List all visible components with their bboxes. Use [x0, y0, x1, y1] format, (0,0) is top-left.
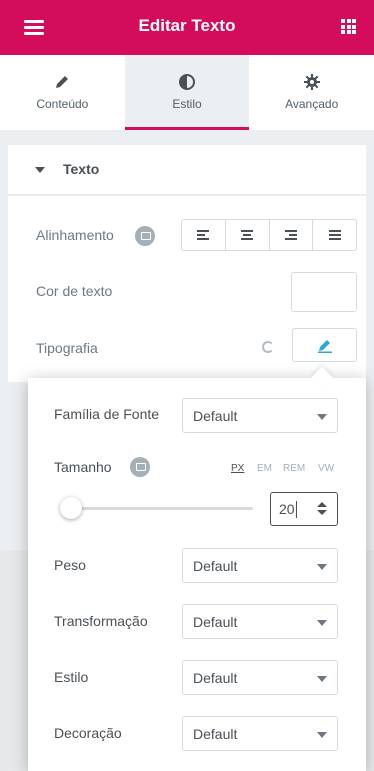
transform-label: Transformação	[54, 613, 148, 629]
size-value: 20	[279, 501, 295, 517]
chevron-down-icon	[317, 414, 327, 420]
style-value: Default	[193, 670, 238, 686]
decoration-label: Decoração	[54, 725, 122, 741]
tab-advanced-label: Avançado	[285, 97, 339, 111]
font-family-value: Default	[193, 408, 238, 424]
weight-select[interactable]: Default	[182, 548, 338, 583]
text-color-label: Cor de texto	[36, 283, 113, 299]
unit-rem[interactable]: REM	[283, 463, 305, 474]
align-left-button[interactable]	[182, 220, 226, 250]
section-title: Texto	[63, 161, 100, 177]
typography-edit-button[interactable]	[292, 328, 357, 362]
chevron-down-icon	[317, 732, 327, 738]
text-color-picker[interactable]	[291, 272, 357, 312]
typography-label: Tipografia	[36, 340, 98, 356]
tab-style[interactable]: Estilo	[124, 55, 250, 130]
chevron-down-icon	[317, 620, 327, 626]
text-cursor	[296, 501, 297, 518]
weight-value: Default	[193, 558, 238, 574]
tab-bar: Conteúdo Estilo Avançado	[0, 55, 374, 130]
gear-icon	[303, 74, 320, 90]
alignment-label: Alinhamento	[36, 227, 114, 243]
section-header-texto[interactable]: Texto	[8, 145, 366, 195]
pencil-icon	[318, 340, 332, 353]
panel-title: Editar Texto	[138, 16, 236, 35]
unit-px[interactable]: PX	[231, 463, 244, 474]
decoration-select[interactable]: Default	[182, 716, 338, 751]
tab-content[interactable]: Conteúdo	[0, 55, 125, 130]
size-slider-track[interactable]	[60, 507, 253, 510]
tab-content-label: Conteúdo	[36, 97, 89, 111]
unit-em[interactable]: EM	[257, 463, 272, 474]
weight-label: Peso	[54, 557, 86, 573]
half-circle-icon	[179, 74, 195, 90]
grid-icon[interactable]	[341, 19, 356, 34]
transform-select[interactable]: Default	[182, 604, 338, 639]
reset-icon[interactable]	[262, 341, 274, 353]
responsive-icon[interactable]	[130, 457, 150, 477]
align-left-icon	[197, 230, 210, 242]
align-right-button[interactable]	[270, 220, 314, 250]
alignment-buttons	[181, 219, 357, 251]
font-family-select[interactable]: Default	[182, 398, 338, 433]
size-number-input[interactable]: 20	[270, 492, 338, 526]
pencil-icon	[56, 76, 69, 88]
size-slider-handle[interactable]	[60, 497, 82, 519]
unit-vw[interactable]: VW	[318, 463, 334, 474]
decoration-value: Default	[193, 726, 238, 742]
align-justify-icon	[328, 230, 341, 242]
responsive-icon[interactable]	[135, 226, 155, 246]
style-select[interactable]: Default	[182, 660, 338, 695]
tab-style-label: Estilo	[172, 97, 202, 111]
chevron-down-icon	[317, 676, 327, 682]
transform-value: Default	[193, 614, 238, 630]
align-center-icon	[241, 230, 254, 242]
align-justify-button[interactable]	[313, 220, 356, 250]
align-right-icon	[284, 230, 297, 242]
style-label: Estilo	[54, 669, 89, 685]
caret-down-icon	[35, 167, 45, 173]
font-family-label: Família de Fonte	[54, 406, 160, 422]
spinner-icon[interactable]	[317, 502, 327, 516]
header-bar: Editar Texto	[0, 0, 374, 55]
align-center-button[interactable]	[226, 220, 270, 250]
size-label: Tamanho	[54, 459, 112, 475]
tab-advanced[interactable]: Avançado	[249, 55, 374, 130]
chevron-down-icon	[317, 564, 327, 570]
